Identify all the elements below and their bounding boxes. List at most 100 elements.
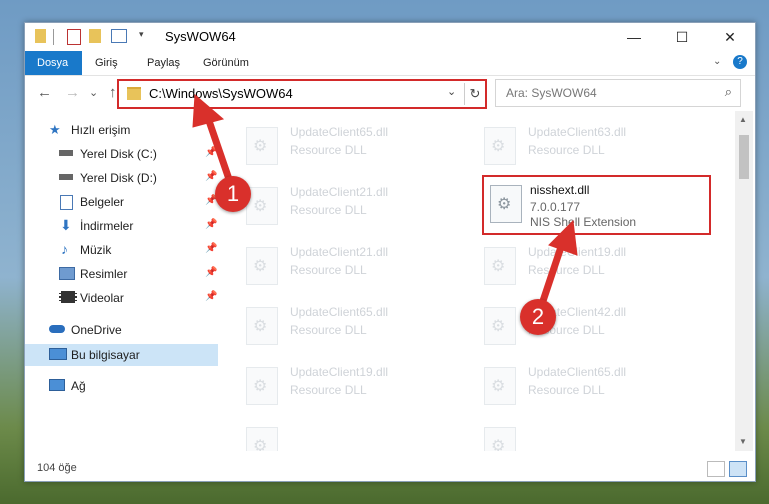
sidebar-item-network[interactable]: Ağ (25, 375, 218, 397)
file-name: UpdateClient65.dll (528, 365, 627, 379)
navigation-pane: ★ Hızlı erişim Yerel Disk (C:) 📌 Yerel D… (25, 111, 218, 451)
network-icon (49, 379, 65, 391)
sidebar-item-label: Müzik (80, 243, 112, 257)
pin-icon: 📌 (205, 291, 218, 302)
dll-file-icon (490, 185, 522, 223)
sidebar-item-onedrive[interactable]: OneDrive (25, 319, 218, 341)
search-icon[interactable]: ⌕ (725, 84, 732, 100)
back-button[interactable]: ← (37, 84, 52, 101)
documents-icon (60, 195, 73, 210)
folder-icon (127, 87, 141, 100)
file-item[interactable]: UpdateClient65.dll Resource DLL (246, 123, 466, 173)
step-badge-1: 1 (215, 176, 251, 212)
file-description: Resource DLL (290, 143, 367, 157)
file-description: Resource DLL (290, 383, 367, 397)
new-folder-icon[interactable] (89, 29, 101, 43)
maximize-button[interactable]: ☐ (659, 23, 705, 51)
vertical-scrollbar[interactable]: ▲ ▼ (735, 111, 753, 451)
large-icons-view-icon[interactable] (729, 461, 747, 477)
dll-file-icon (484, 127, 516, 165)
search-placeholder: Ara: SysWOW64 (506, 86, 597, 100)
ribbon-expand-icon[interactable]: ⌄ (713, 56, 721, 67)
up-button[interactable]: ↑ (109, 84, 117, 101)
step-badge-2: 2 (520, 299, 556, 335)
sidebar-item-downloads[interactable]: ⬇ İndirmeler 📌 (25, 215, 218, 237)
file-name: UpdateClient65.dll (290, 125, 389, 139)
sidebar-item-videos[interactable]: Videolar 📌 (25, 287, 218, 309)
sidebar-item-label: Yerel Disk (C:) (80, 147, 157, 161)
scroll-thumb[interactable] (739, 135, 749, 179)
sidebar-item-disk-d[interactable]: Yerel Disk (D:) 📌 (25, 167, 218, 189)
customize-toolbar-icon[interactable] (111, 29, 127, 43)
explorer-window: ▾ SysWOW64 — ☐ ✕ Dosya Giriş Paylaş Görü… (24, 22, 756, 482)
item-count: 104 öğe (37, 462, 77, 474)
pin-icon: 📌 (205, 147, 218, 158)
pin-icon: 📌 (205, 171, 218, 182)
file-item-nisshext[interactable]: nisshext.dll 7.0.0.177 NIS Shell Extensi… (482, 175, 711, 235)
file-item[interactable]: UpdateClient42.dll Resource DLL (484, 303, 704, 353)
forward-button[interactable]: → (65, 84, 80, 101)
status-bar: 104 öğe (25, 458, 755, 480)
cloud-icon (49, 325, 65, 333)
drive-icon (59, 174, 73, 180)
details-view-icon[interactable] (707, 461, 725, 477)
file-description: Resource DLL (528, 383, 605, 397)
sidebar-item-label: Yerel Disk (D:) (80, 171, 157, 185)
music-icon: ♪ (61, 241, 68, 257)
file-name: UpdateClient21.dll (290, 185, 389, 199)
file-item[interactable]: UpdateClient19.dll Resource DLL (246, 363, 466, 413)
file-name: UpdateClient63.dll (528, 125, 627, 139)
refresh-button[interactable]: ↻ (464, 83, 485, 105)
tab-view[interactable]: Görünüm (191, 51, 261, 75)
file-item[interactable]: UpdateClient65.dll Resource DLL (484, 363, 704, 413)
recent-locations-button[interactable]: ⌄ (89, 86, 98, 99)
scroll-up-icon[interactable]: ▲ (739, 115, 747, 124)
sidebar-item-this-pc[interactable]: Bu bilgisayar (25, 344, 218, 366)
close-button[interactable]: ✕ (707, 23, 753, 51)
dll-file-icon (246, 307, 278, 345)
sidebar-item-music[interactable]: ♪ Müzik 📌 (25, 239, 218, 261)
tab-file[interactable]: Dosya (25, 51, 82, 75)
file-item[interactable]: UpdateClient21.dll Resource DLL (246, 183, 466, 233)
sidebar-item-label: Resimler (80, 267, 128, 281)
address-bar[interactable]: C:\Windows\SysWOW64 ⌄ ↻ (117, 79, 487, 109)
toolbar-divider (53, 29, 54, 45)
file-item[interactable]: UpdateClient63.dll Resource DLL (484, 123, 704, 173)
file-item[interactable]: UpdateClient65.dll Resource DLL (246, 303, 466, 353)
computer-icon (49, 348, 67, 360)
file-item[interactable]: UpdateClient21.dll Resource DLL (246, 243, 466, 293)
drive-icon (59, 150, 73, 156)
chevron-down-icon[interactable]: ▾ (139, 29, 144, 45)
chevron-down-icon[interactable]: ⌄ (447, 85, 456, 98)
tab-home[interactable]: Giriş (83, 51, 130, 75)
dll-file-icon (484, 247, 516, 285)
minimize-button[interactable]: — (611, 23, 657, 51)
scroll-down-icon[interactable]: ▼ (739, 437, 747, 446)
sidebar-item-pictures[interactable]: Resimler 📌 (25, 263, 218, 285)
video-icon (59, 291, 77, 303)
address-path[interactable]: C:\Windows\SysWOW64 (149, 86, 293, 101)
sidebar-item-quick-access[interactable]: ★ Hızlı erişim (25, 119, 218, 141)
pin-icon: 📌 (205, 267, 218, 278)
file-item[interactable] (484, 423, 704, 451)
sidebar-item-label: İndirmeler (80, 219, 134, 233)
sidebar-item-documents[interactable]: Belgeler 📌 (25, 191, 218, 213)
file-name: UpdateClient19.dll (528, 245, 627, 259)
tab-share[interactable]: Paylaş (135, 51, 192, 75)
sidebar-item-label: Ağ (71, 379, 86, 393)
sidebar-item-disk-c[interactable]: Yerel Disk (C:) 📌 (25, 143, 218, 165)
file-item[interactable] (246, 423, 466, 451)
properties-icon[interactable] (67, 29, 81, 45)
file-name: UpdateClient21.dll (290, 245, 389, 259)
search-input[interactable]: Ara: SysWOW64 ⌕ (495, 79, 741, 107)
file-name: UpdateClient19.dll (290, 365, 389, 379)
window-title: SysWOW64 (165, 29, 236, 44)
file-name: nisshext.dll (530, 183, 590, 197)
file-description: Resource DLL (290, 263, 367, 277)
help-icon[interactable]: ? (733, 55, 747, 69)
pin-icon: 📌 (205, 219, 218, 230)
dll-file-icon (484, 307, 516, 345)
file-item[interactable]: UpdateClient19.dll Resource DLL (484, 243, 704, 293)
dll-file-icon (484, 367, 516, 405)
file-description: Resource DLL (290, 323, 367, 337)
